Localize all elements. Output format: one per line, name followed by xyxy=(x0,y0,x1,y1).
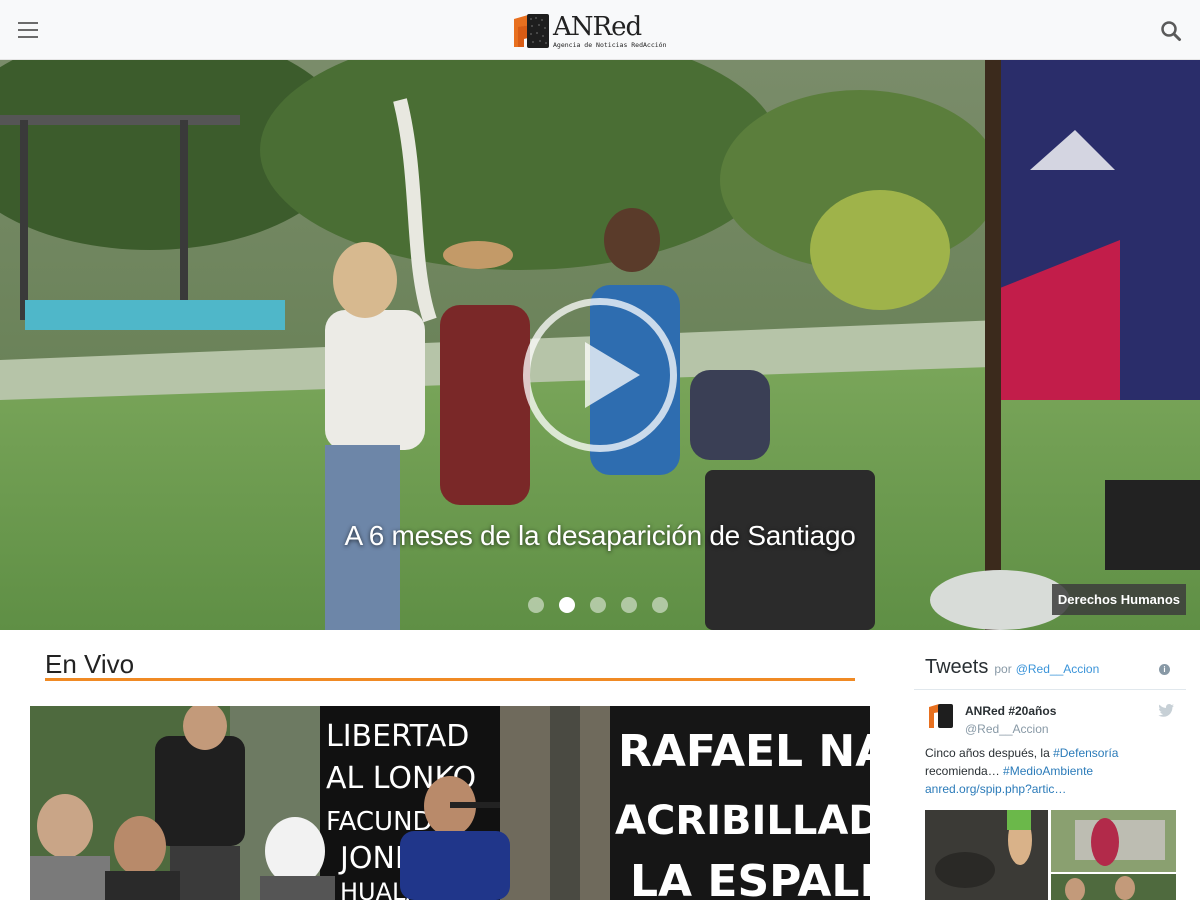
tweet-text-part-2: recomienda… xyxy=(925,764,1004,778)
slider-dot-2[interactable] xyxy=(559,597,575,613)
logo-subtitle: Agencia de Noticias RedAcción xyxy=(553,40,667,49)
tweets-handle-link[interactable]: @Red__Accion xyxy=(1016,662,1100,676)
search-icon[interactable] xyxy=(1160,20,1182,42)
tweet-url-link[interactable]: anred.org/spip.php?artic… xyxy=(925,782,1066,796)
tweet-author-handle[interactable]: @Red__Accion xyxy=(965,722,1049,736)
hamburger-menu-icon[interactable] xyxy=(18,22,38,38)
tweet-author-name[interactable]: ANRed #20años xyxy=(965,704,1056,718)
category-badge[interactable]: Derechos Humanos xyxy=(1051,584,1186,615)
play-icon[interactable] xyxy=(523,298,677,452)
logo-mark-icon xyxy=(512,13,550,49)
info-icon[interactable]: i xyxy=(1159,664,1170,675)
slider-dot-5[interactable] xyxy=(652,597,668,613)
banner-left-line-1: LIBERTAD xyxy=(326,719,469,754)
slider-dots xyxy=(528,597,683,613)
twitter-header: Tweets por @Red__Accion i xyxy=(914,648,1186,690)
avatar[interactable] xyxy=(928,703,954,729)
twitter-widget: Tweets por @Red__Accion i ANRed #20años … xyxy=(914,648,1186,902)
hero-title[interactable]: A 6 meses de la desaparición de Santiago xyxy=(0,520,1200,552)
section-title-en-vivo: En Vivo xyxy=(45,649,135,679)
site-logo[interactable]: ANRed Agencia de Noticias RedAcción xyxy=(512,12,667,50)
tweets-title: Tweets xyxy=(925,656,989,678)
site-header: ANRed Agencia de Noticias RedAcción xyxy=(0,0,1200,60)
section-underline xyxy=(45,678,855,681)
twitter-bird-icon[interactable] xyxy=(1158,704,1174,718)
slider-dot-1[interactable] xyxy=(528,597,544,613)
tweet-text: Cinco años después, la #Defensoría recom… xyxy=(925,744,1175,798)
hashtag-defensoria-link[interactable]: #Defensoría xyxy=(1053,746,1118,760)
tweet-media-grid[interactable] xyxy=(925,810,1176,902)
tweets-by-label: por xyxy=(994,662,1012,676)
banner-right-line-1: RAFAEL NA xyxy=(618,726,870,777)
logo-title: ANRed xyxy=(553,11,642,42)
banner-right-line-3: LA ESPALD xyxy=(630,856,870,900)
en-vivo-image[interactable]: LIBERTAD AL LONKO FACUNDO JONES HUALA RA… xyxy=(30,706,870,900)
slider-dot-3[interactable] xyxy=(590,597,606,613)
banner-right-line-2: ACRIBILLAD xyxy=(615,798,870,844)
hero-slider[interactable]: A 6 meses de la desaparición de Santiago… xyxy=(0,60,1200,630)
hashtag-medioambiente-link[interactable]: #MedioAmbiente xyxy=(1003,764,1093,778)
tweet-text-part-1: Cinco años después, la xyxy=(925,746,1054,760)
slider-dot-4[interactable] xyxy=(621,597,637,613)
